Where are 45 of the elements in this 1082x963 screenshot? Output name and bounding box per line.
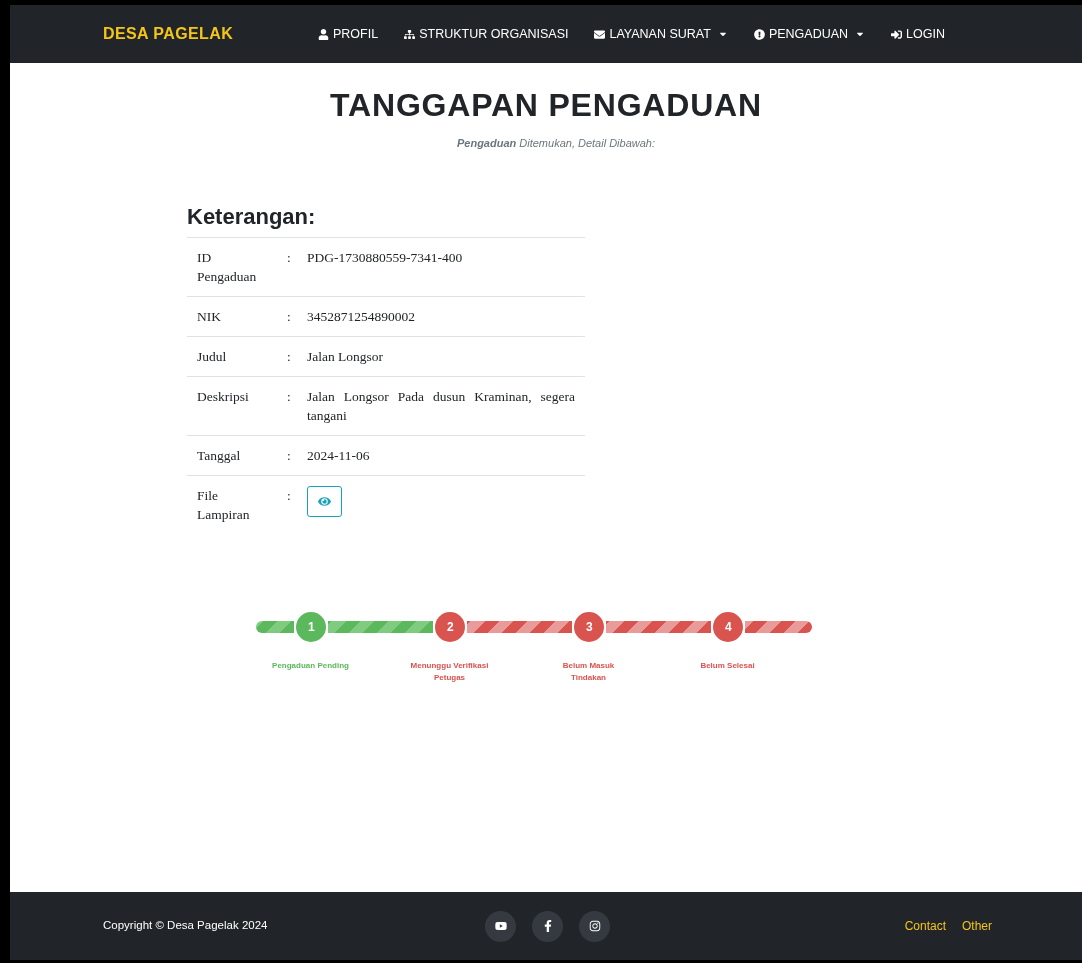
separator: :: [287, 446, 292, 465]
nav-link[interactable]: LAYANAN SURAT: [594, 24, 728, 44]
separator: :: [287, 486, 292, 505]
section-heading: Keterangan:: [187, 202, 317, 231]
copyright-text: Copyright © Desa Pagelak 2024: [103, 918, 269, 934]
view-file-button[interactable]: [307, 485, 342, 517]
separator: :: [287, 307, 292, 326]
step-label: Belum Selesai: [699, 659, 756, 672]
field-label: Tanggal: [197, 446, 242, 465]
progress-track: [745, 620, 812, 633]
step-label: Belum Masuk Tindakan: [561, 659, 616, 684]
nav-link[interactable]: STRUKTUR ORGANISASI: [404, 24, 569, 44]
separator: :: [287, 347, 292, 366]
footer-link[interactable]: Contact: [904, 917, 946, 935]
field-label: Judul: [197, 347, 228, 366]
nav-link[interactable]: PENGADUAN: [753, 24, 866, 44]
separator: :: [287, 248, 292, 267]
field-value: 3452871254890002: [307, 307, 416, 326]
login-icon: [891, 28, 903, 40]
field-value: 2024-11-06: [307, 446, 371, 465]
step-label: Pengaduan Pending: [271, 659, 350, 672]
envelope-icon: [594, 28, 606, 40]
nav-link[interactable]: LOGIN: [891, 24, 945, 44]
field-label: Deskripsi: [197, 387, 250, 406]
alert-icon: [753, 28, 765, 40]
field-value: PDG-1730880559-7341-400: [307, 248, 464, 267]
eye-icon: [318, 494, 331, 508]
field-value: Jalan Longsor: [307, 347, 385, 366]
footer-link[interactable]: Other: [962, 917, 992, 935]
facebook-icon[interactable]: [532, 910, 563, 942]
user-icon: [318, 28, 329, 40]
page-subtitle: Pengaduan Ditemukan, Detail Dibawah:: [455, 136, 657, 151]
field-label: ID Pengaduan: [197, 248, 258, 286]
brand-logo[interactable]: DESA PAGELAK: [103, 22, 303, 46]
youtube-icon[interactable]: [485, 910, 516, 942]
page-title: TANGGAPAN PENGADUAN: [329, 86, 763, 125]
nav-link[interactable]: PROFIL: [318, 24, 379, 44]
step-label: Menunggu Verifikasi Petugas: [409, 659, 490, 684]
field-label: NIK: [197, 307, 222, 326]
field-value: Jalan Longsor Pada dusun Kraminan, segera tangani: [307, 387, 576, 425]
field-label: File Lampiran: [197, 486, 251, 524]
sitemap-icon: [404, 28, 416, 40]
separator: :: [287, 387, 292, 406]
progress-track: [256, 620, 295, 633]
instagram-icon[interactable]: [579, 910, 610, 942]
